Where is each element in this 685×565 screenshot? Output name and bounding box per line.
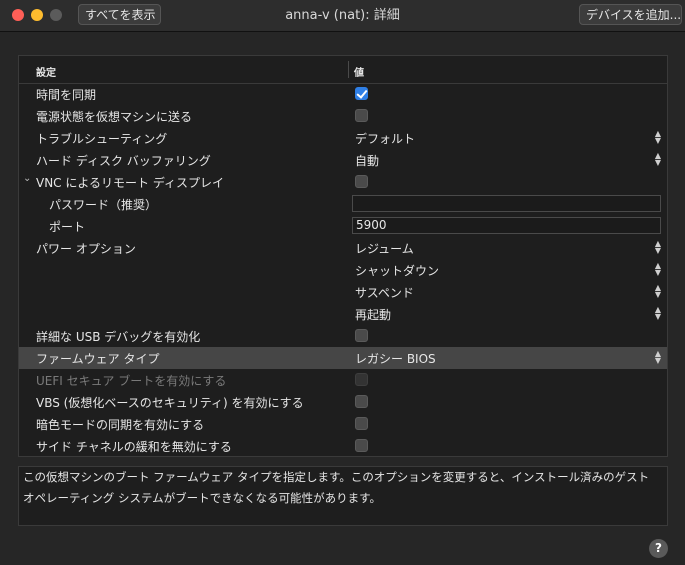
title-bar: anna-v (nat): 詳細 すべてを表示 デバイスを追加... — [0, 0, 685, 32]
up-down-chevron-icon: ▲ ▼ — [654, 305, 662, 321]
password-field[interactable] — [352, 195, 661, 212]
add-device-button[interactable]: デバイスを追加... — [579, 4, 682, 25]
table-row[interactable]: 電源状態を仮想マシンに送る — [19, 105, 667, 127]
table-row[interactable]: ハード ディスク バッファリング 自動 ▲ ▼ — [19, 149, 667, 171]
table-row[interactable]: UEFI セキュア ブートを有効にする — [19, 369, 667, 391]
setting-label: パワー オプション — [36, 242, 136, 256]
table-row[interactable]: サスペンド ▲ ▼ — [19, 281, 667, 303]
setting-select[interactable]: デフォルト ▲ ▼ — [355, 130, 663, 147]
select-value: 再起動 — [355, 308, 392, 322]
setting-label: UEFI セキュア ブートを有効にする — [36, 374, 227, 388]
help-button[interactable]: ? — [649, 539, 668, 558]
table-row[interactable]: 再起動 ▲ ▼ — [19, 303, 667, 325]
port-field[interactable]: 5900 — [352, 217, 661, 234]
setting-select[interactable]: シャットダウン ▲ ▼ — [355, 262, 663, 279]
table-row[interactable]: 詳細な USB デバッグを有効化 — [19, 325, 667, 347]
header-setting[interactable]: 設定 — [36, 64, 56, 79]
setting-label: サイド チャネルの緩和を無効にする — [36, 440, 232, 454]
description-text: この仮想マシンのブート ファームウェア タイプを指定します。このオプションを変更… — [23, 470, 650, 505]
setting-checkbox[interactable] — [355, 175, 368, 188]
table-row[interactable]: VBS (仮想化ベースのセキュリティ) を有効にする — [19, 391, 667, 413]
table-row[interactable]: パスワード（推奨） — [19, 193, 667, 215]
select-value: 自動 — [355, 154, 380, 168]
setting-checkbox[interactable] — [355, 329, 368, 342]
select-value: レジューム — [355, 242, 414, 256]
setting-checkbox — [355, 373, 368, 386]
disclosure-chevron-icon[interactable]: ⌄ — [23, 173, 31, 184]
table-row[interactable]: パワー オプション レジューム ▲ ▼ — [19, 237, 667, 259]
settings-table: 設定 値 時間を同期電源状態を仮想マシンに送る トラブルシューティング デフォルト ▲… — [18, 55, 668, 457]
table-row[interactable]: シャットダウン ▲ ▼ — [19, 259, 667, 281]
setting-select[interactable]: レジューム ▲ ▼ — [355, 240, 663, 257]
setting-label: VBS (仮想化ベースのセキュリティ) を有効にする — [36, 396, 304, 410]
table-header: 設定 値 — [19, 56, 667, 84]
setting-label: 暗色モードの同期を有効にする — [36, 418, 205, 432]
setting-select[interactable]: サスペンド ▲ ▼ — [355, 284, 663, 301]
setting-select[interactable]: 再起動 ▲ ▼ — [355, 306, 663, 323]
header-value[interactable]: 値 — [354, 64, 364, 79]
setting-checkbox[interactable] — [355, 109, 368, 122]
up-down-chevron-icon: ▲ ▼ — [654, 239, 662, 255]
select-value: デフォルト — [355, 132, 416, 146]
setting-checkbox[interactable] — [355, 417, 368, 430]
show-all-button[interactable]: すべてを表示 — [78, 4, 161, 25]
setting-checkbox[interactable] — [355, 439, 368, 452]
select-value: サスペンド — [355, 286, 414, 300]
description-box: この仮想マシンのブート ファームウェア タイプを指定します。このオプションを変更… — [18, 466, 668, 526]
table-row[interactable]: 暗色モードの同期を有効にする — [19, 413, 667, 435]
setting-label: ファームウェア タイプ — [36, 352, 160, 366]
up-down-chevron-icon: ▲ ▼ — [654, 261, 662, 277]
table-row[interactable]: ポート 5900 — [19, 215, 667, 237]
setting-label: ポート — [49, 220, 86, 234]
table-row[interactable]: サイド チャネルの緩和を無効にする — [19, 435, 667, 457]
up-down-chevron-icon: ▲ ▼ — [654, 151, 662, 167]
setting-label: VNC によるリモート ディスプレイ — [36, 176, 224, 190]
setting-checkbox[interactable] — [355, 87, 368, 100]
setting-label: 詳細な USB デバッグを有効化 — [36, 330, 201, 344]
setting-checkbox[interactable] — [355, 395, 368, 408]
table-row[interactable]: 時間を同期 — [19, 83, 667, 105]
setting-label: パスワード（推奨） — [49, 198, 158, 212]
setting-label: 時間を同期 — [36, 88, 97, 102]
table-row[interactable]: トラブルシューティング デフォルト ▲ ▼ — [19, 127, 667, 149]
select-value: シャットダウン — [355, 264, 440, 278]
setting-select[interactable]: レガシー BIOS ▲ ▼ — [355, 350, 663, 367]
table-row[interactable]: ⌄ VNC によるリモート ディスプレイ — [19, 171, 667, 193]
column-divider[interactable] — [348, 61, 349, 78]
setting-select[interactable]: 自動 ▲ ▼ — [355, 152, 663, 169]
setting-label: ハード ディスク バッファリング — [36, 154, 211, 168]
setting-label: トラブルシューティング — [36, 132, 168, 146]
up-down-chevron-icon: ▲ ▼ — [654, 283, 662, 299]
table-row[interactable]: ファームウェア タイプ レガシー BIOS ▲ ▼ — [19, 347, 667, 369]
up-down-chevron-icon: ▲ ▼ — [654, 349, 662, 365]
up-down-chevron-icon: ▲ ▼ — [654, 129, 662, 145]
select-value: レガシー BIOS — [355, 352, 436, 366]
setting-label: 電源状態を仮想マシンに送る — [36, 110, 193, 124]
